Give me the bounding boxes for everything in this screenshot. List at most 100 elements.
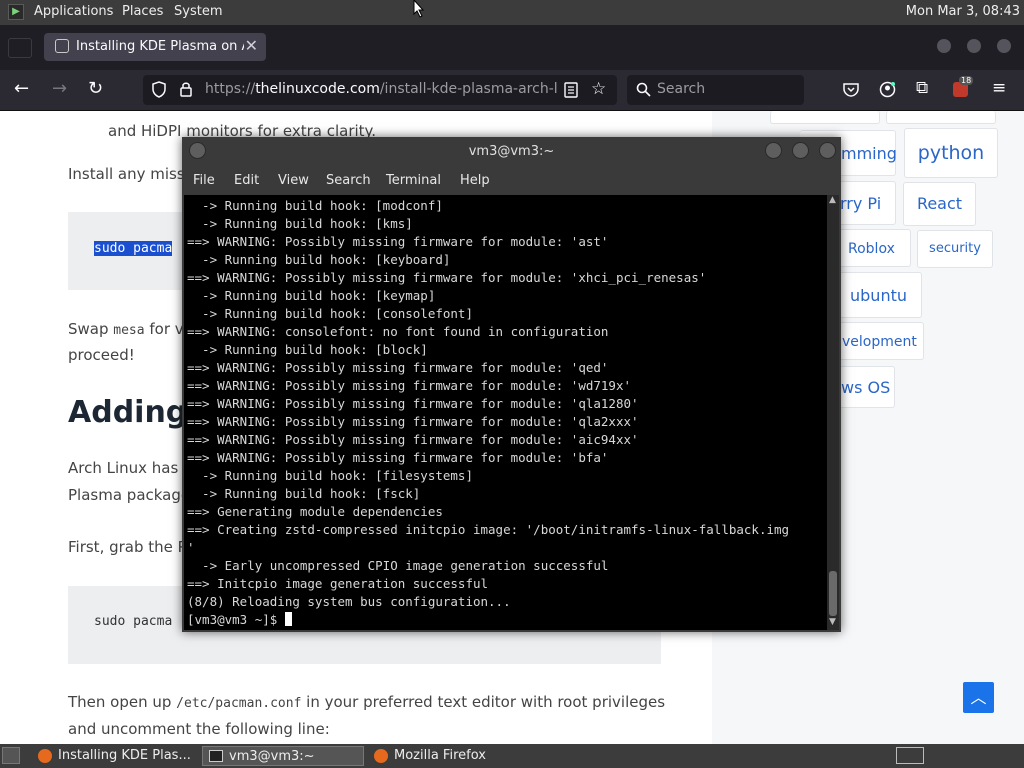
article-text-line: proceed! — [68, 346, 135, 364]
text-fragment: for v — [144, 320, 184, 338]
tag-react[interactable]: React — [903, 182, 976, 226]
terminal-menu-file[interactable]: File — [193, 173, 215, 188]
terminal-line: ==> Creating zstd-compressed initcpio im… — [187, 522, 790, 537]
terminal-menubar: File Edit View Search Terminal Help — [182, 169, 841, 195]
minimize-window-button[interactable] — [937, 39, 951, 53]
terminal-line: ==> WARNING: Possibly missing firmware f… — [187, 414, 639, 429]
terminal-line: ==> WARNING: Possibly missing firmware f… — [187, 360, 609, 375]
text-fragment: in your preferred text editor with root … — [301, 693, 666, 711]
system-menu[interactable]: System — [174, 4, 222, 19]
terminal-maximize-button[interactable] — [792, 142, 809, 159]
scroll-down-arrow-icon[interactable]: ▼ — [829, 617, 836, 627]
top-panel: ▶ Applications Places System Mon Mar 3, … — [0, 0, 1024, 25]
task-label: vm3@vm3:~ — [229, 749, 315, 764]
back-arrow-icon[interactable]: ← — [14, 78, 29, 100]
terminal-line: -> Running build hook: [consolefont] — [187, 306, 473, 321]
terminal-line: ==> WARNING: Possibly missing firmware f… — [187, 234, 609, 249]
scroll-up-arrow-icon[interactable]: ▲ — [829, 195, 836, 205]
firefox-icon — [38, 749, 52, 763]
clock[interactable]: Mon Mar 3, 08:43 — [906, 4, 1020, 19]
applications-icon[interactable]: ▶ — [8, 4, 24, 20]
article-text-line: and uncomment the following line: — [68, 720, 330, 738]
code-snippet-selected[interactable]: sudo pacma — [94, 241, 173, 256]
article-text-line: Arch Linux has a — [68, 459, 193, 477]
close-window-button[interactable] — [997, 39, 1011, 53]
terminal-prompt-line[interactable]: [vm3@vm3 ~]$ — [187, 611, 789, 629]
terminal-line: -> Running build hook: [block] — [187, 342, 428, 357]
terminal-menu-search[interactable]: Search — [326, 173, 371, 188]
terminal-cursor — [284, 612, 292, 626]
task-firefox-article[interactable]: Installing KDE Plas... — [32, 746, 198, 766]
terminal-menu-edit[interactable]: Edit — [234, 173, 259, 188]
terminal-scrollbar-thumb[interactable] — [829, 571, 837, 616]
terminal-menu-button[interactable] — [189, 142, 206, 159]
terminal-line: -> Running build hook: [fsck] — [187, 486, 421, 501]
scroll-to-top-button[interactable]: ︿ — [963, 682, 994, 713]
hamburger-menu-icon[interactable]: ≡ — [992, 78, 1006, 98]
terminal-window[interactable]: vm3@vm3:~ File Edit View Search Terminal… — [182, 137, 841, 632]
article-text-line: First, grab the P — [68, 538, 187, 556]
terminal-menu-help[interactable]: Help — [460, 173, 490, 188]
task-terminal[interactable]: vm3@vm3:~ — [202, 746, 364, 766]
terminal-line: ==> WARNING: consolefont: no font found … — [187, 324, 609, 339]
shield-icon[interactable] — [151, 81, 167, 98]
terminal-icon — [209, 750, 223, 762]
bookmark-star-icon[interactable]: ☆ — [591, 79, 606, 99]
applications-menu[interactable]: Applications — [34, 4, 113, 19]
terminal-line: -> Early uncompressed CPIO image generat… — [187, 558, 609, 573]
tag-python[interactable]: python — [904, 128, 998, 178]
terminal-line: ==> WARNING: Possibly missing firmware f… — [187, 270, 707, 285]
terminal-title[interactable]: vm3@vm3:~ — [182, 137, 841, 167]
forward-arrow-icon[interactable]: → — [52, 78, 67, 100]
url-text[interactable]: https://thelinuxcode.com/install-kde-pla… — [205, 81, 557, 97]
extensions-puzzle-icon[interactable]: ⧉ — [916, 78, 928, 98]
reload-icon[interactable]: ↻ — [88, 78, 103, 100]
show-desktop-button[interactable] — [2, 747, 20, 764]
search-placeholder[interactable]: Search — [657, 81, 705, 97]
maximize-window-button[interactable] — [967, 39, 981, 53]
terminal-minimize-button[interactable] — [765, 142, 782, 159]
terminal-line: -> Running build hook: [keyboard] — [187, 252, 451, 267]
workspace-switcher[interactable] — [896, 747, 924, 764]
tag-security[interactable]: security — [917, 230, 993, 268]
article-text-line: Swap mesa for v — [68, 316, 184, 344]
terminal-line: ==> WARNING: Possibly missing firmware f… — [187, 396, 639, 411]
site-favicon-icon — [55, 39, 69, 53]
lock-icon[interactable] — [180, 81, 192, 97]
terminal-line: -> Running build hook: [modconf] — [187, 198, 443, 213]
terminal-scrollbar[interactable]: ▲ ▼ — [827, 195, 839, 630]
text-fragment: Then open up — [68, 693, 177, 711]
text-fragment: Swap — [68, 320, 114, 338]
search-bar[interactable] — [627, 75, 804, 105]
tab-close-icon[interactable]: ✕ — [245, 36, 258, 55]
url-path: /install-kde-plasma-arch-linux/ — [379, 81, 557, 97]
url-host: thelinuxcode.com — [255, 81, 380, 97]
code-snippet[interactable]: sudo pacma — [94, 614, 172, 629]
account-icon[interactable] — [879, 81, 896, 98]
tag-link[interactable] — [886, 111, 996, 124]
terminal-menu-view[interactable]: View — [278, 173, 309, 188]
inline-code: mesa — [113, 323, 145, 338]
terminal-close-button[interactable] — [819, 142, 836, 159]
task-label: Mozilla Firefox — [394, 748, 486, 763]
firefox-icon — [374, 749, 388, 763]
firefox-view-button[interactable] — [8, 38, 32, 58]
search-icon — [636, 82, 651, 97]
section-heading: Adding — [68, 395, 188, 430]
terminal-line: -> Running build hook: [keymap] — [187, 288, 436, 303]
pocket-icon[interactable] — [843, 82, 859, 97]
tab-active[interactable]: Installing KDE Plasma on Arch ✕ — [44, 33, 266, 61]
article-text-line: Install any missi — [68, 165, 189, 183]
reader-view-icon[interactable] — [564, 82, 578, 98]
tab-title: Installing KDE Plasma on Arch — [76, 39, 244, 54]
terminal-line: -> Running build hook: [filesystems] — [187, 468, 473, 483]
terminal-line: ==> Generating module dependencies — [187, 504, 443, 519]
task-firefox[interactable]: Mozilla Firefox — [368, 746, 534, 766]
terminal-screen[interactable]: -> Running build hook: [modconf] -> Runn… — [184, 195, 827, 630]
terminal-menu-terminal[interactable]: Terminal — [386, 173, 441, 188]
article-text-line: Plasma package — [68, 486, 191, 504]
tag-link[interactable] — [770, 111, 880, 124]
terminal-line: (8/8) Reloading system bus configuration… — [187, 594, 511, 609]
places-menu[interactable]: Places — [122, 4, 163, 19]
inline-code: /etc/pacman.conf — [176, 696, 302, 711]
